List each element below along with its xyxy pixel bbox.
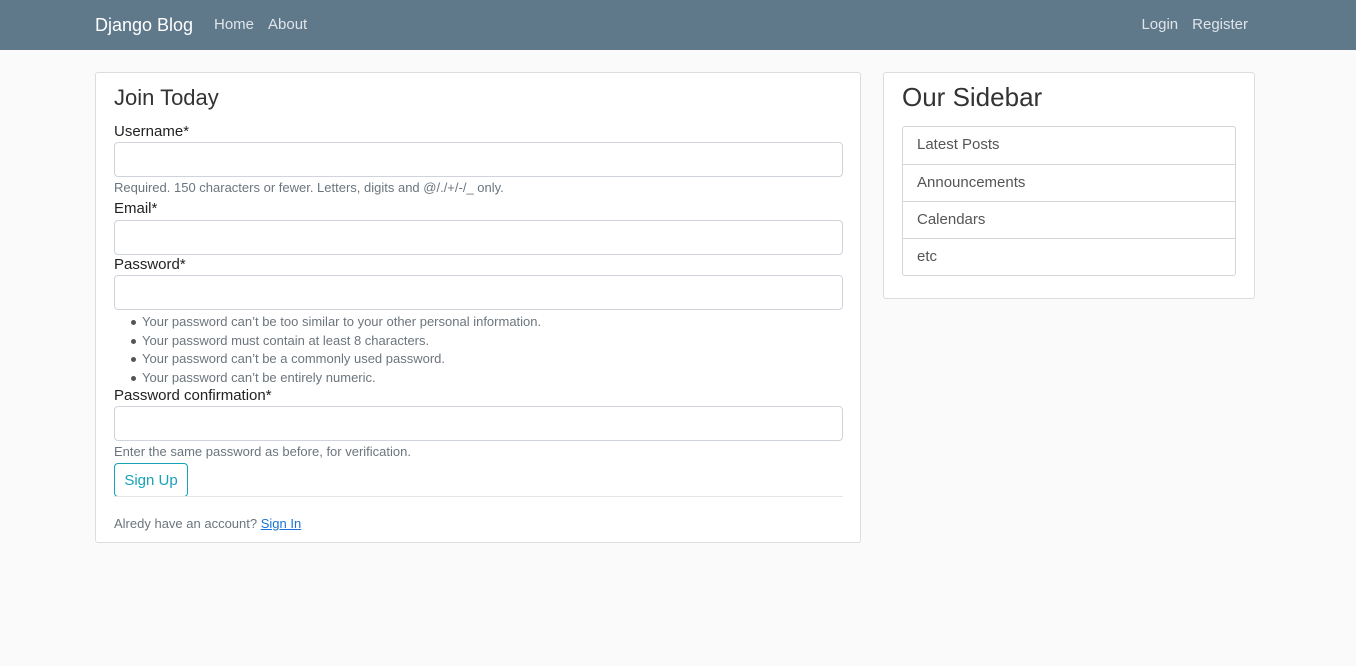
form-title: Join Today xyxy=(114,85,219,110)
password-confirm-label: Password confirmation* xyxy=(114,387,272,404)
nav-right-group: Login Register xyxy=(1141,16,1248,33)
sidebar-title: Our Sidebar xyxy=(902,82,1043,112)
password-help-item: Your password can’t be too similar to yo… xyxy=(130,313,541,332)
username-help: Required. 150 characters or fewer. Lette… xyxy=(114,180,504,195)
nav-register-link[interactable]: Register xyxy=(1192,16,1248,33)
username-input[interactable] xyxy=(114,142,843,177)
password-confirm-help: Enter the same password as before, for v… xyxy=(114,444,411,459)
brand-link[interactable]: Django Blog xyxy=(95,15,193,36)
password-help-list: Your password can’t be too similar to yo… xyxy=(130,313,541,388)
sign-up-button[interactable]: Sign Up xyxy=(114,463,188,497)
username-label: Username* xyxy=(114,123,190,140)
email-label: Email* xyxy=(114,200,158,217)
sidebar-item-announcements[interactable]: Announcements xyxy=(903,164,1235,201)
sidebar-card: Our Sidebar Latest Posts Announcements C… xyxy=(883,72,1255,299)
nav-left-group: Home About xyxy=(214,16,307,33)
signin-prompt: Alredy have an account? Sign In xyxy=(114,516,301,531)
email-input[interactable] xyxy=(114,220,843,255)
signin-prompt-text: Alredy have an account? xyxy=(114,516,258,531)
nav-home-link[interactable]: Home xyxy=(214,16,254,33)
form-divider xyxy=(114,496,843,497)
sign-in-link[interactable]: Sign In xyxy=(261,516,301,531)
signup-card: Join Today Username* Required. 150 chara… xyxy=(95,72,861,543)
sidebar-list: Latest Posts Announcements Calendars etc xyxy=(902,126,1236,276)
password-help-item: Your password must contain at least 8 ch… xyxy=(130,332,541,351)
nav-login-link[interactable]: Login xyxy=(1141,16,1178,33)
password-help-item: Your password can’t be a commonly used p… xyxy=(130,350,541,369)
password-label: Password* xyxy=(114,256,186,273)
password-input[interactable] xyxy=(114,275,843,310)
password-help-item: Your password can’t be entirely numeric. xyxy=(130,369,541,388)
top-navbar: Django Blog Home About Login Register xyxy=(0,0,1356,50)
sidebar-item-calendars[interactable]: Calendars xyxy=(903,201,1235,238)
sidebar-item-etc[interactable]: etc xyxy=(903,238,1235,275)
nav-about-link[interactable]: About xyxy=(268,16,307,33)
password-confirm-input[interactable] xyxy=(114,406,843,441)
sidebar-item-latest-posts[interactable]: Latest Posts xyxy=(903,127,1235,164)
